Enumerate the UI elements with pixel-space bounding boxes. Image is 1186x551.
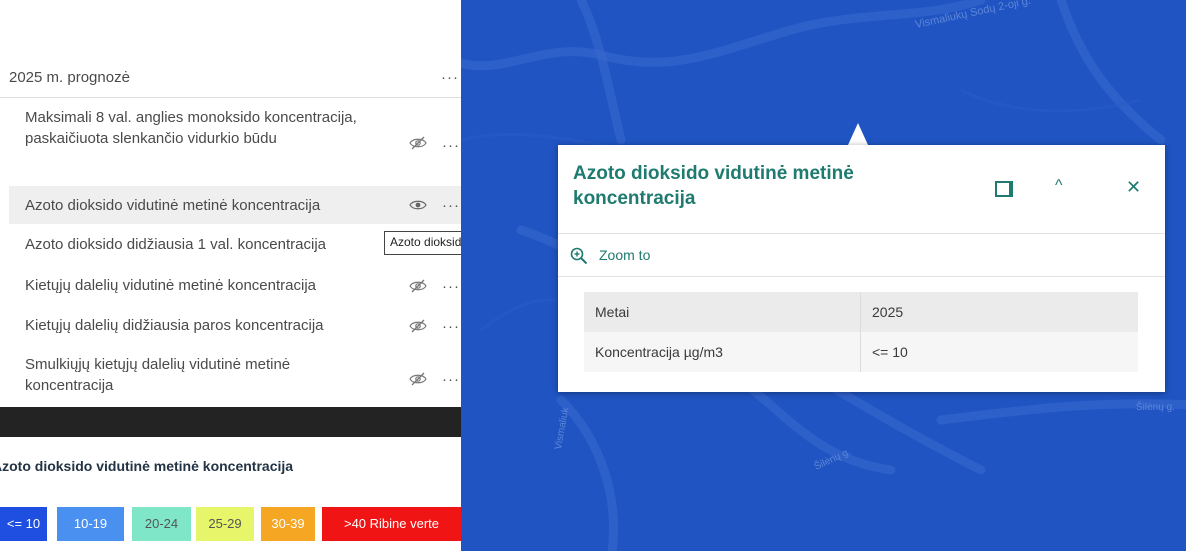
feature-popup: Azoto dioksido vidutinė metinė koncentra… [558, 145, 1165, 392]
legend-title: Azoto dioksido vidutinė metinė koncentra… [0, 458, 294, 474]
layer-item[interactable]: Kietųjų dalelių vidutinė metinė koncentr… [9, 266, 461, 304]
layer-options-icon[interactable]: ··· [442, 279, 460, 294]
divider [558, 276, 1165, 277]
layer-label: Azoto dioksido vidutinė metinė koncentra… [25, 197, 321, 214]
map-street-label: Šilėnų g. [1136, 400, 1175, 413]
popup-title: Azoto dioksido vidutinė metinė koncentra… [573, 163, 854, 209]
layer-label: Azoto dioksido didžiausia 1 val. koncent… [25, 236, 327, 253]
layer-list-panel: 2025 m. prognozė ··· Maksimali 8 val. an… [0, 0, 461, 551]
table-row: Koncentracija µg/m3 <= 10 [584, 332, 1138, 372]
layer-item[interactable]: Smulkiųjų kietųjų dalelių vidutinė metin… [9, 350, 461, 402]
legend-swatch: 30-39 [261, 507, 315, 541]
eye-slash-icon[interactable] [409, 279, 427, 293]
eye-slash-icon[interactable] [409, 319, 427, 333]
layer-options-icon[interactable]: ··· [442, 372, 460, 387]
layer-group-header[interactable]: 2025 m. prognozė ··· [0, 58, 461, 98]
layer-label: Kietųjų dalelių vidutinė metinė koncentr… [25, 277, 317, 294]
group-title: 2025 m. prognozė [9, 69, 130, 86]
group-options-icon[interactable]: ··· [441, 70, 459, 85]
layer-label: Maksimali 8 val. anglies monoksido konce… [25, 109, 357, 147]
layer-options-icon[interactable]: ··· [442, 138, 460, 153]
panel-divider-bar [0, 407, 461, 437]
layer-label: Smulkiųjų kietųjų dalelių vidutinė metin… [25, 356, 291, 394]
legend-swatch: >40 Ribine verte [322, 507, 461, 541]
legend-swatch: <= 10 [0, 507, 47, 541]
map-street-label: Vismaliuk [553, 406, 571, 451]
legend-class-label: 30-39 [271, 516, 305, 531]
layer-options-icon[interactable]: ··· [442, 198, 460, 213]
eye-slash-icon[interactable] [409, 136, 427, 150]
legend-swatch: 25-29 [196, 507, 254, 541]
attribute-value: <= 10 [860, 332, 1138, 372]
legend-class-label: <= 10 [6, 516, 41, 531]
legend-class-label: >40 Ribine verte [343, 516, 440, 531]
layer-item[interactable]: Azoto dioksido vidutinė metinė koncentra… [9, 186, 461, 224]
attribute-key: Koncentracija µg/m3 [584, 332, 861, 372]
legend-class-label: 10-19 [73, 516, 108, 531]
legend-class-label: 20-24 [144, 516, 179, 531]
legend-swatch: 10-19 [57, 507, 124, 541]
eye-slash-icon[interactable] [409, 372, 427, 386]
attribute-key: Metai [584, 292, 861, 332]
attribute-value: 2025 [860, 292, 1138, 332]
layer-options-icon[interactable]: ··· [442, 319, 460, 334]
layer-item[interactable]: Maksimali 8 val. anglies monoksido konce… [9, 103, 461, 175]
table-row: Metai 2025 [584, 292, 1138, 332]
zoom-to-label: Zoom to [599, 247, 651, 263]
chevron-up-icon[interactable]: ^ [1055, 177, 1063, 195]
layer-item[interactable]: Kietųjų dalelių didžiausia paros koncent… [9, 306, 461, 344]
layer-label: Kietųjų dalelių didžiausia paros koncent… [25, 317, 324, 334]
attribute-table: Metai 2025 Koncentracija µg/m3 <= 10 [584, 292, 1138, 372]
dock-icon[interactable] [995, 181, 1013, 197]
close-icon[interactable]: ✕ [1126, 177, 1141, 198]
divider [558, 233, 1165, 234]
popup-pointer [848, 123, 868, 145]
eye-icon[interactable] [409, 198, 427, 212]
zoom-in-icon [570, 247, 588, 265]
legend-swatch: 20-24 [132, 507, 191, 541]
legend-class-label: 25-29 [208, 516, 242, 531]
